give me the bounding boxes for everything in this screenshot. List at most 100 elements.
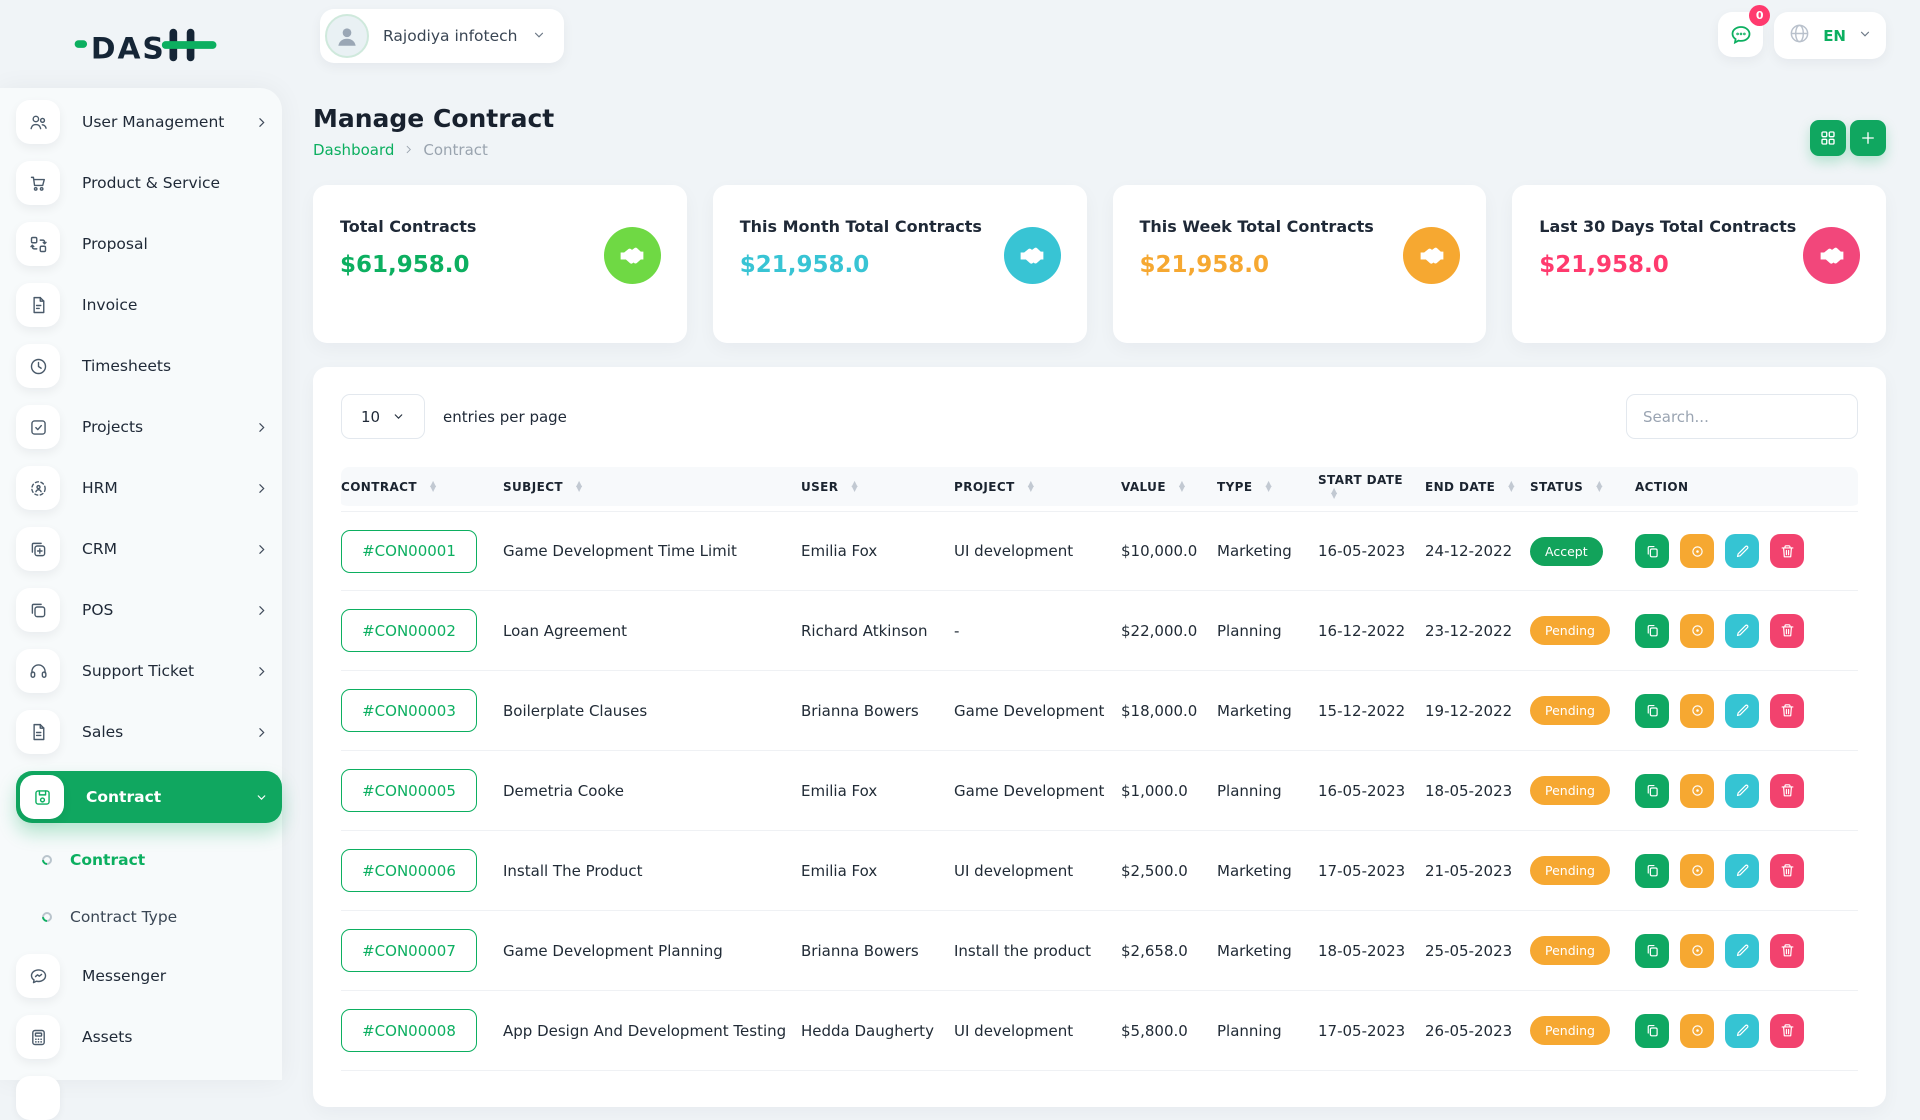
cell-type: Marketing [1217,831,1318,911]
delete-button[interactable] [1770,854,1804,888]
sidebar-item-sales[interactable]: Sales [16,710,282,754]
col-contract[interactable]: CONTRACT▲▼ [341,467,503,511]
sidebar-item-user-management[interactable]: User Management [16,100,282,144]
sidebar-item-partial[interactable] [16,1076,282,1120]
delete-button[interactable] [1770,614,1804,648]
pencil-icon [1734,942,1751,959]
contract-number-button[interactable]: #CON00002 [341,609,477,652]
breadcrumb-dashboard-link[interactable]: Dashboard [313,141,394,159]
duplicate-button[interactable] [1635,854,1669,888]
col-user[interactable]: USER▲▼ [801,467,954,511]
sidebar-item-crm[interactable]: CRM [16,527,282,571]
table-row: #CON00006 Install The Product Emilia Fox… [341,831,1858,911]
page-title: Manage Contract [313,104,554,133]
contract-number-button[interactable]: #CON00006 [341,849,477,892]
sidebar-subitem-contract-type[interactable]: Contract Type [16,897,282,937]
copy-icon [1644,862,1661,879]
breadcrumb: Dashboard Contract [313,141,554,159]
sidebar-item-product-service[interactable]: Product & Service [16,161,282,205]
duplicate-button[interactable] [1635,614,1669,648]
sidebar-item-contract[interactable]: Contract [16,771,282,823]
cell-subject: Game Development Time Limit [503,511,801,591]
cell-subject: Boilerplate Clauses [503,671,801,751]
sidebar-item-support-ticket[interactable]: Support Ticket [16,649,282,693]
sidebar-subitem-contract[interactable]: Contract [16,840,282,880]
col-type[interactable]: TYPE▲▼ [1217,467,1318,511]
status-badge: Pending [1530,616,1610,645]
delete-button[interactable] [1770,694,1804,728]
search-input[interactable] [1626,394,1858,439]
contract-number-button[interactable]: #CON00005 [341,769,477,812]
duplicate-button[interactable] [1635,774,1669,808]
contract-number-button[interactable]: #CON00003 [341,689,477,732]
chevron-down-icon [1858,26,1872,45]
col-project[interactable]: PROJECT▲▼ [954,467,1121,511]
table-row: #CON00003 Boilerplate Clauses Brianna Bo… [341,671,1858,751]
chat-button[interactable]: 0 [1718,12,1763,57]
delete-button[interactable] [1770,534,1804,568]
chevron-down-icon [532,27,546,46]
col-start-date[interactable]: START DATE▲▼ [1318,467,1425,511]
edit-button[interactable] [1725,534,1759,568]
cell-project: Game Development [954,751,1121,831]
cell-user: Emilia Fox [801,751,954,831]
dash-logo: DAS [74,22,219,72]
breadcrumb-current: Contract [423,141,488,159]
duplicate-button[interactable] [1635,694,1669,728]
col-subject[interactable]: SUBJECT▲▼ [503,467,801,511]
stat-card-30days: Last 30 Days Total Contracts $21,958.0 [1512,185,1886,343]
edit-button[interactable] [1725,1014,1759,1048]
grid-view-button[interactable] [1810,120,1846,156]
duplicate-button[interactable] [1635,934,1669,968]
stat-card-week: This Week Total Contracts $21,958.0 [1113,185,1487,343]
contract-number-button[interactable]: #CON00008 [341,1009,477,1052]
duplicate-button[interactable] [1635,534,1669,568]
sidebar-item-projects[interactable]: Projects [16,405,282,449]
pencil-icon [1734,1022,1751,1039]
delete-button[interactable] [1770,1014,1804,1048]
view-button[interactable] [1680,774,1714,808]
cell-value: $10,000.0 [1121,511,1217,591]
cell-type: Planning [1217,991,1318,1071]
sidebar-item-invoice[interactable]: Invoice [16,283,282,327]
add-contract-button[interactable] [1850,120,1886,156]
sidebar-item-pos[interactable]: POS [16,588,282,632]
language-dropdown[interactable]: EN [1774,12,1886,59]
sidebar-item-timesheets[interactable]: Timesheets [16,344,282,388]
delete-button[interactable] [1770,774,1804,808]
edit-button[interactable] [1725,694,1759,728]
cell-user: Emilia Fox [801,511,954,591]
sidebar-item-messenger[interactable]: Messenger [16,954,282,998]
sidebar-item-proposal[interactable]: Proposal [16,222,282,266]
edit-button[interactable] [1725,774,1759,808]
delete-button[interactable] [1770,934,1804,968]
assets-icon [16,1015,60,1059]
sidebar-item-hrm[interactable]: HRM [16,466,282,510]
duplicate-button[interactable] [1635,1014,1669,1048]
status-badge: Pending [1530,776,1610,805]
cell-project: Game Development [954,671,1121,751]
view-button[interactable] [1680,934,1714,968]
clock-icon [16,344,60,388]
view-button[interactable] [1680,614,1714,648]
sidebar-item-assets[interactable]: Assets [16,1015,282,1059]
handshake-icon [1403,227,1460,284]
view-button[interactable] [1680,854,1714,888]
contract-number-button[interactable]: #CON00007 [341,929,477,972]
col-end-date[interactable]: END DATE▲▼ [1425,467,1530,511]
contract-number-button[interactable]: #CON00001 [341,530,477,573]
view-button[interactable] [1680,694,1714,728]
company-dropdown[interactable]: Rajodiya infotech [320,9,564,63]
view-button[interactable] [1680,534,1714,568]
cell-user: Richard Atkinson [801,591,954,671]
grid-icon [1819,129,1837,147]
edit-button[interactable] [1725,854,1759,888]
edit-button[interactable] [1725,934,1759,968]
edit-button[interactable] [1725,614,1759,648]
col-status[interactable]: STATUS▲▼ [1530,467,1635,511]
view-button[interactable] [1680,1014,1714,1048]
entries-per-page-select[interactable]: 10 [341,394,425,439]
col-value[interactable]: VALUE▲▼ [1121,467,1217,511]
invoice-icon [16,283,60,327]
cell-start-date: 17-05-2023 [1318,831,1425,911]
